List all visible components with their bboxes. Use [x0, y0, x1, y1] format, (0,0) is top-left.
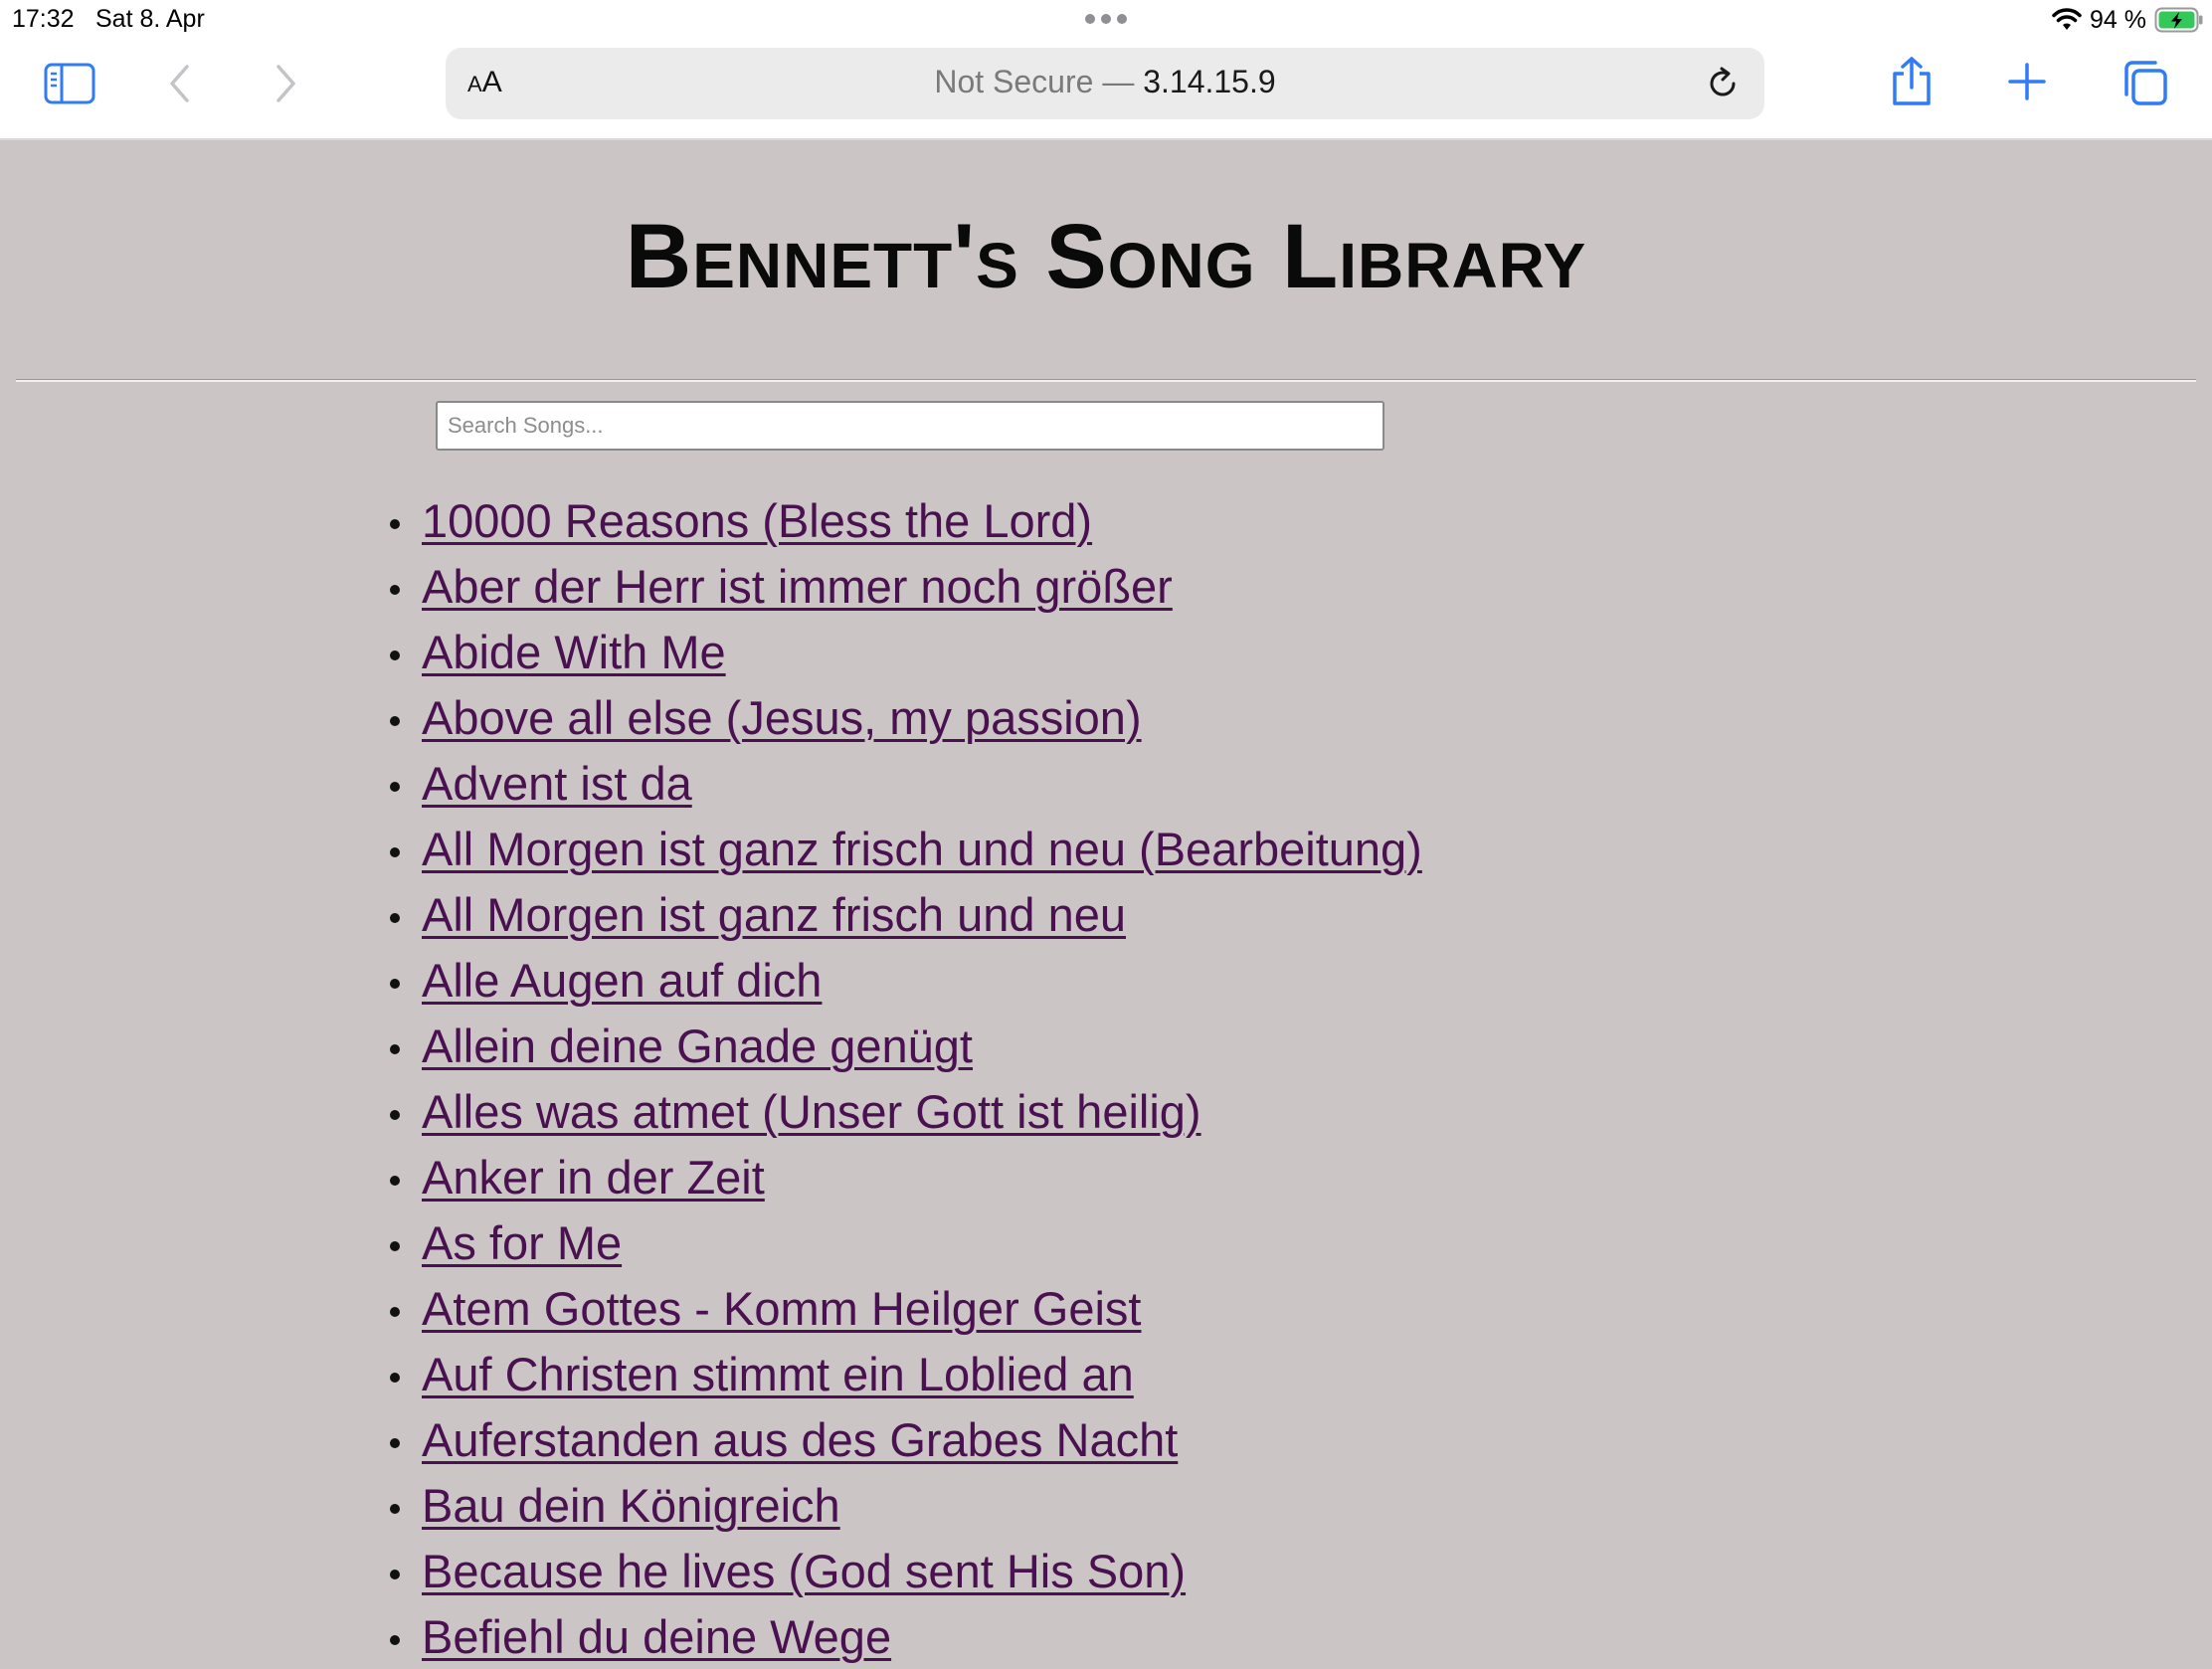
song-link[interactable]: Auf Christen stimmt ein Loblied an	[422, 1347, 1134, 1401]
song-link[interactable]: Allein deine Gnade genügt	[422, 1019, 973, 1073]
multitasking-dots-icon[interactable]	[1082, 10, 1130, 28]
sidebar-icon	[44, 63, 95, 104]
song-link[interactable]: As for Me	[422, 1215, 622, 1270]
list-bullet	[390, 1307, 400, 1317]
list-bullet	[390, 1044, 400, 1054]
battery-percentage: 94 %	[2090, 5, 2146, 34]
song-link[interactable]: Because he lives (God sent His Son)	[422, 1544, 1186, 1598]
list-bullet	[390, 1635, 400, 1645]
battery-charging-icon	[2154, 7, 2203, 33]
list-bullet	[390, 979, 400, 989]
list-bullet	[390, 782, 400, 792]
list-bullet	[390, 585, 400, 595]
back-button[interactable]	[165, 62, 195, 105]
tabs-overview-button[interactable]	[2120, 60, 2168, 107]
list-bullet	[390, 1176, 400, 1186]
song-link[interactable]: Alles was atmet (Unser Gott ist heilig)	[422, 1084, 1201, 1139]
song-search-input[interactable]	[436, 401, 1384, 451]
status-time: 17:32	[12, 5, 75, 33]
wifi-icon	[2052, 8, 2082, 30]
sidebar-button[interactable]	[44, 62, 95, 105]
url-security-label: Not Secure —	[934, 64, 1135, 99]
song-link[interactable]: Advent ist da	[422, 756, 692, 811]
list-bullet	[390, 1373, 400, 1383]
song-link[interactable]: Befiehl du deine Wege	[422, 1609, 891, 1664]
browser-chrome: 17:32 Sat 8. Apr 94 % AA Not Secure — 3.…	[0, 0, 2212, 140]
song-link[interactable]: All Morgen ist ganz frisch und neu	[422, 887, 1126, 942]
url-display[interactable]: Not Secure — 3.14.15.9	[446, 64, 1764, 100]
song-link[interactable]: Abide With Me	[422, 625, 726, 679]
song-link[interactable]: Aber der Herr ist immer noch größer	[422, 559, 1173, 614]
page-title: Bennett's Song Library	[625, 206, 1587, 307]
song-link[interactable]: 10000 Reasons (Bless the Lord)	[422, 493, 1092, 548]
list-bullet	[390, 1110, 400, 1120]
tabs-icon	[2124, 61, 2167, 105]
list-bullet	[390, 1570, 400, 1579]
song-link[interactable]: Auferstanden aus des Grabes Nacht	[422, 1412, 1178, 1467]
song-link[interactable]: Bau dein Königreich	[422, 1478, 840, 1533]
song-link[interactable]: All Morgen ist ganz frisch und neu (Bear…	[422, 822, 1422, 876]
list-bullet	[390, 1241, 400, 1251]
reload-icon[interactable]	[1703, 64, 1743, 103]
address-bar[interactable]: AA Not Secure — 3.14.15.9	[446, 48, 1764, 119]
title-divider-highlight	[16, 380, 2196, 382]
status-date: Sat 8. Apr	[95, 5, 205, 33]
chevron-left-icon	[170, 65, 189, 102]
list-bullet	[390, 650, 400, 660]
list-bullet	[390, 1504, 400, 1514]
list-bullet	[390, 519, 400, 529]
share-icon	[1893, 57, 1931, 105]
song-link[interactable]: Alle Augen auf dich	[422, 953, 822, 1008]
new-tab-button[interactable]	[2007, 62, 2047, 101]
chevron-right-icon	[276, 65, 295, 102]
song-link[interactable]: Atem Gottes - Komm Heilger Geist	[422, 1281, 1141, 1336]
list-bullet	[390, 913, 400, 923]
url-host: 3.14.15.9	[1143, 64, 1276, 99]
song-link[interactable]: Above all else (Jesus, my passion)	[422, 690, 1142, 745]
list-bullet	[390, 847, 400, 857]
list-bullet	[390, 1438, 400, 1448]
song-link[interactable]: Anker in der Zeit	[422, 1150, 765, 1205]
plus-icon	[2008, 63, 2046, 100]
status-indicators: 94 %	[2052, 4, 2204, 36]
list-bullet	[390, 716, 400, 726]
share-button[interactable]	[1890, 56, 1934, 107]
forward-button[interactable]	[271, 62, 300, 105]
